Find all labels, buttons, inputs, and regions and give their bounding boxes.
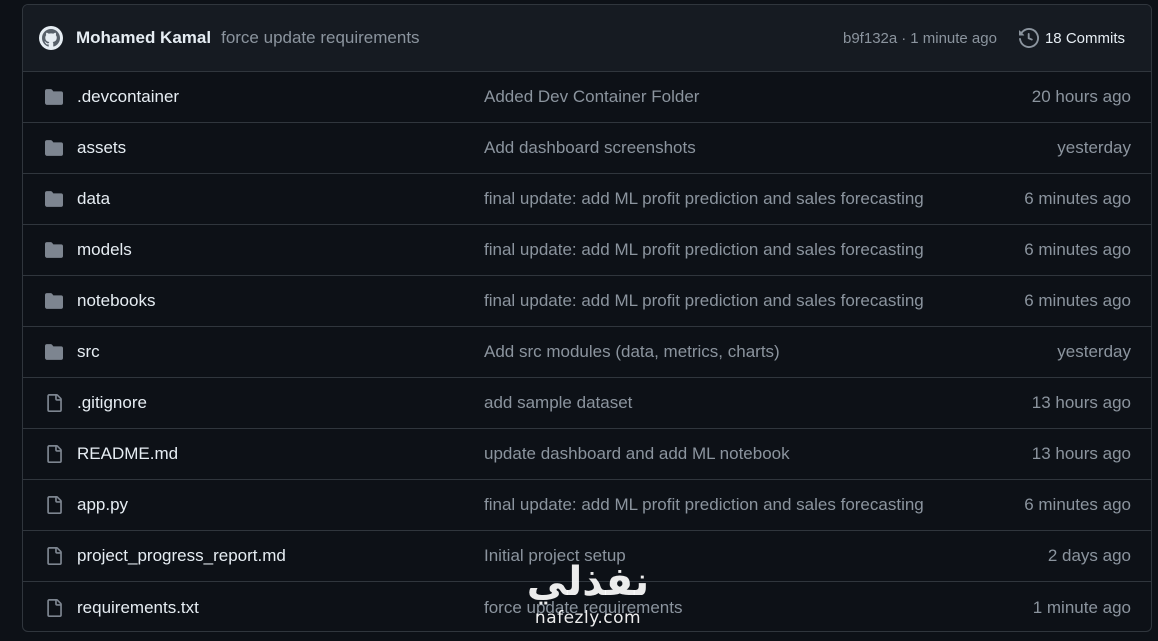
file-list: .devcontainer Added Dev Container Folder 2…: [23, 72, 1151, 631]
history-icon: [1018, 28, 1039, 48]
file-name-link[interactable]: .devcontainer: [77, 87, 484, 107]
file-icon: [43, 494, 65, 516]
file-commit-message[interactable]: Initial project setup: [484, 546, 626, 566]
file-commit-time: yesterday: [1057, 138, 1131, 157]
file-commit-time: 20 hours ago: [1031, 87, 1131, 106]
file-commit-time: 1 minute ago: [1032, 597, 1131, 617]
file-row[interactable]: app.py final update: add ML profit predic…: [23, 480, 1151, 531]
folder-icon: [43, 290, 65, 312]
latest-commit-header: Mohamed Kamal force update requirements …: [23, 5, 1151, 72]
file-commit-message[interactable]: Add dashboard screenshots: [484, 138, 696, 158]
file-commit-message[interactable]: final update: add ML profit prediction a…: [484, 240, 924, 260]
file-name-link[interactable]: requirements.txt: [77, 598, 484, 618]
file-icon: [43, 545, 65, 567]
file-row[interactable]: .devcontainer Added Dev Container Folder 2…: [23, 72, 1151, 123]
file-row[interactable]: .gitignore add sample dataset 13 hours ago: [23, 378, 1151, 429]
file-name-link[interactable]: src: [77, 342, 484, 362]
file-icon: [43, 392, 65, 414]
file-commit-message[interactable]: final update: add ML profit prediction a…: [484, 189, 924, 209]
file-list-box: Mohamed Kamal force update requirements …: [22, 4, 1152, 632]
file-row[interactable]: README.md update dashboard and add ML not…: [23, 429, 1151, 480]
file-icon: [43, 443, 65, 465]
file-row[interactable]: requirements.txt force update requirement…: [23, 582, 1151, 631]
file-row[interactable]: assets Add dashboard screenshots yesterday: [23, 123, 1151, 174]
commit-time: 1 minute ago: [910, 29, 997, 47]
file-commit-message[interactable]: final update: add ML profit prediction a…: [484, 495, 924, 515]
file-row[interactable]: models final update: add ML profit predic…: [23, 225, 1151, 276]
folder-icon: [43, 341, 65, 363]
file-row[interactable]: project_progress_report.md Initial projec…: [23, 531, 1151, 582]
commit-meta: b9f132a · 1 minute ago: [843, 30, 997, 47]
commits-link[interactable]: 18 Commits: [1018, 28, 1125, 48]
file-commit-time: 6 minutes ago: [1024, 240, 1131, 259]
file-name-link[interactable]: .gitignore: [77, 393, 484, 413]
github-avatar-icon[interactable]: [39, 26, 63, 50]
file-commit-time: 13 hours ago: [1031, 444, 1131, 463]
file-name-link[interactable]: models: [77, 240, 484, 260]
file-commit-message[interactable]: add sample dataset: [484, 393, 632, 413]
file-commit-message[interactable]: Add src modules (data, metrics, charts): [484, 342, 780, 362]
file-commit-message[interactable]: force update requirements: [484, 598, 682, 618]
commit-author[interactable]: Mohamed Kamal: [76, 28, 211, 48]
commit-hash[interactable]: b9f132a: [843, 30, 897, 47]
file-commit-time: 6 minutes ago: [1024, 189, 1131, 208]
meta-separator: ·: [901, 29, 907, 47]
file-name-link[interactable]: project_progress_report.md: [77, 546, 484, 566]
file-commit-time: 13 hours ago: [1031, 393, 1131, 412]
folder-icon: [43, 137, 65, 159]
file-commit-message[interactable]: Added Dev Container Folder: [484, 87, 699, 107]
file-row[interactable]: src Add src modules (data, metrics, chart…: [23, 327, 1151, 378]
file-name-link[interactable]: notebooks: [77, 291, 484, 311]
file-row[interactable]: data final update: add ML profit predicti…: [23, 174, 1151, 225]
file-name-link[interactable]: assets: [77, 138, 484, 158]
file-commit-message[interactable]: update dashboard and add ML notebook: [484, 444, 790, 464]
file-commit-message[interactable]: final update: add ML profit prediction a…: [484, 291, 924, 311]
file-commit-time: 2 days ago: [1047, 546, 1131, 565]
commits-count: 18 Commits: [1044, 29, 1125, 47]
file-row[interactable]: notebooks final update: add ML profit pre…: [23, 276, 1151, 327]
file-commit-time: 6 minutes ago: [1024, 495, 1131, 514]
commit-message[interactable]: force update requirements: [221, 28, 419, 48]
folder-icon: [43, 86, 65, 108]
file-icon: [43, 597, 65, 619]
file-commit-time: yesterday: [1057, 342, 1131, 361]
file-name-link[interactable]: data: [77, 189, 484, 209]
file-commit-time: 6 minutes ago: [1024, 291, 1131, 310]
folder-icon: [43, 239, 65, 261]
folder-icon: [43, 188, 65, 210]
file-name-link[interactable]: app.py: [77, 495, 484, 515]
file-name-link[interactable]: README.md: [77, 444, 484, 464]
